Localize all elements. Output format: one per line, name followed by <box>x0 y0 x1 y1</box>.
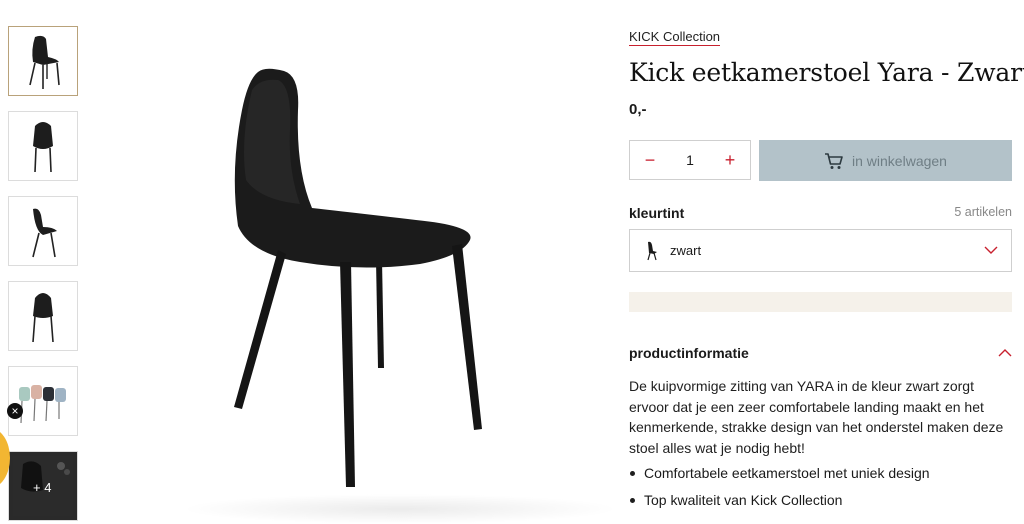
selected-color: zwart <box>670 243 702 258</box>
chevron-up-icon[interactable] <box>997 345 1013 361</box>
add-to-cart-button[interactable]: in winkelwagen <box>759 140 1012 181</box>
chair-front-image <box>33 122 53 173</box>
decrease-quantity-button[interactable]: − <box>630 150 670 171</box>
feature-item: Comfortabele eetkamerstoel met uniek des… <box>629 463 1013 490</box>
thumbnail-1[interactable] <box>8 26 78 96</box>
chair-back-leg <box>376 260 384 368</box>
product-price: 0,- <box>629 101 647 118</box>
product-description: De kuipvormige zitting van YARA in de kl… <box>629 378 1004 456</box>
chair-back-image <box>32 293 54 343</box>
thumbnail-4[interactable] <box>8 281 78 351</box>
color-select[interactable]: zwart <box>629 229 1012 272</box>
add-to-cart-label: in winkelwagen <box>852 152 947 169</box>
more-images-label: + 4 <box>33 480 52 495</box>
thumbnail-5[interactable] <box>8 366 78 436</box>
chair-leg-right <box>452 244 482 430</box>
feature-item: Top kwaliteit van Kick Collection <box>629 490 1013 517</box>
color-label: kleurtint <box>629 205 685 221</box>
chair-colors-image <box>19 385 66 424</box>
main-product-image[interactable] <box>180 50 520 500</box>
close-icon[interactable]: × <box>7 403 23 419</box>
feature-list: Comfortabele eetkamerstoel met uniek des… <box>629 463 1013 517</box>
product-title: Kick eetkamerstoel Yara - Zwart <box>629 58 1024 87</box>
thumbnail-2[interactable] <box>8 111 78 181</box>
product-info-heading[interactable]: productinformatie <box>629 345 749 361</box>
quantity-stepper: − 1 + <box>629 140 751 180</box>
chair-front-angle-image <box>29 35 60 89</box>
chevron-down-icon <box>984 246 998 254</box>
chair-leg-front-center <box>340 262 355 487</box>
thumbnail-3[interactable] <box>8 196 78 266</box>
chair-swatch-icon <box>647 241 657 260</box>
color-count: 5 artikelen <box>954 205 1012 219</box>
chair-leg-front-left <box>234 250 286 409</box>
chair-side-image <box>32 208 57 258</box>
info-banner <box>629 292 1012 312</box>
brand-link[interactable]: KICK Collection <box>629 29 721 46</box>
image-shadow <box>180 494 620 524</box>
increase-quantity-button[interactable]: + <box>710 150 750 171</box>
quantity-value[interactable]: 1 <box>686 152 694 168</box>
cart-icon <box>825 152 843 169</box>
